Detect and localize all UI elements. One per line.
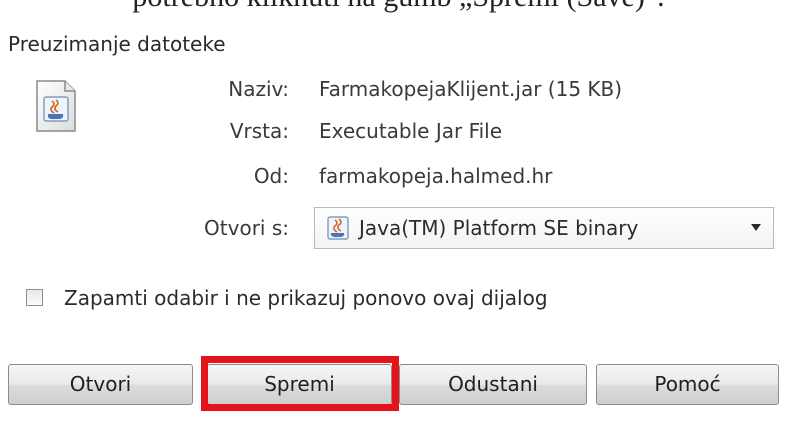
name-label: Naziv: [228,77,289,101]
from-label: Od: [253,164,289,188]
save-button[interactable]: Spremi [207,364,392,405]
open-with-label: Otvori s: [204,216,289,240]
from-value: farmakopeja.halmed.hr [319,164,553,188]
cancel-button[interactable]: Odustani [399,364,587,405]
name-value: FarmakopejaKlijent.jar (15 KB) [319,77,623,101]
open-button[interactable]: Otvori [8,364,193,405]
remember-choice-checkbox[interactable] [26,289,43,306]
remember-choice-row[interactable]: Zapamti odabir i ne prikazuj ponovo ovaj… [26,283,726,313]
remember-choice-label[interactable]: Zapamti odabir i ne prikazuj ponovo ovaj… [64,283,548,313]
info-row-name: Naziv: FarmakopejaKlijent.jar (15 KB) [0,74,797,104]
java-icon [327,216,349,240]
info-row-from: Od: farmakopeja.halmed.hr [0,161,797,191]
open-with-selected-value: Java(TM) Platform SE binary [359,216,639,240]
open-with-select[interactable]: Java(TM) Platform SE binary [314,207,774,249]
type-label: Vrsta: [229,119,289,143]
dialog-title: Preuzimanje datoteke [8,32,226,56]
help-button[interactable]: Pomoć [596,364,779,405]
document-caption: potrebno kliknuti na gumb „Spremi (Save)… [0,0,797,14]
chevron-down-icon[interactable] [751,224,761,231]
info-row-type: Vrsta: Executable Jar File [0,116,797,146]
type-value: Executable Jar File [319,119,503,143]
